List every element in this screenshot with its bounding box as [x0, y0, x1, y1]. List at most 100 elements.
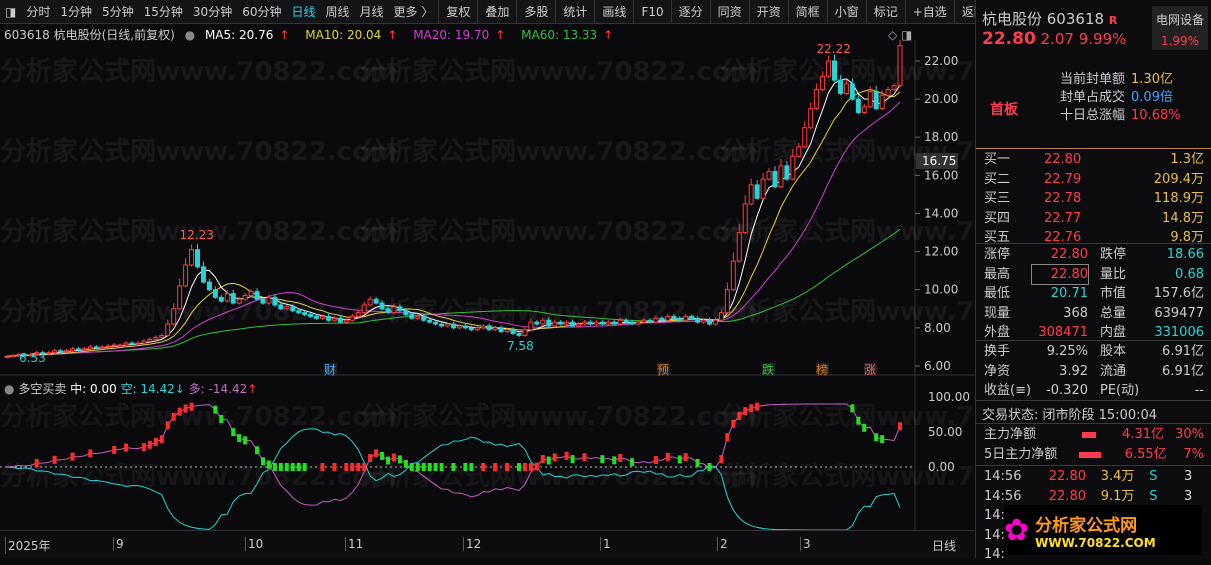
- signal-bar: [70, 452, 75, 461]
- candle: [379, 302, 385, 310]
- toolbar-button[interactable]: 简框: [787, 0, 827, 24]
- period-tab[interactable]: 周线: [321, 3, 355, 20]
- candle: [689, 315, 695, 319]
- flower-logo-icon: ✿: [1004, 512, 1030, 548]
- candle: [355, 312, 361, 317]
- signal-bar: [600, 455, 605, 464]
- x-tick-label: 10: [245, 537, 263, 551]
- signal-bar: [165, 421, 170, 430]
- signal-bar: [391, 453, 396, 462]
- period-tab[interactable]: 5分钟: [97, 3, 139, 20]
- candle: [540, 319, 546, 325]
- event-mark[interactable]: 跌: [762, 362, 774, 377]
- signal-bar: [719, 455, 724, 464]
- candle: [730, 260, 736, 291]
- candle: [617, 319, 623, 325]
- signal-bar: [219, 415, 224, 424]
- candle: [534, 321, 540, 325]
- candle: [171, 308, 177, 325]
- signal-bar: [159, 435, 164, 444]
- period-tab[interactable]: 更多 〉: [389, 3, 439, 20]
- candle: [843, 83, 849, 94]
- toolbar-button[interactable]: 叠加: [477, 0, 516, 24]
- signal-bar: [737, 411, 742, 420]
- event-mark[interactable]: 榜: [816, 362, 828, 377]
- bid-row: 买二 22.79 209.4万: [984, 171, 1204, 187]
- watermark: 分析家公式网www.70822.com: [360, 216, 757, 247]
- candle: [576, 323, 582, 327]
- period-label: 日线: [932, 539, 957, 553]
- candle: [564, 321, 570, 325]
- candle: [81, 348, 87, 351]
- stats: 涨停 22.80 跌停 18.66 最高 22.80 量比 0.68 最低 20.71 市值 157.…: [976, 243, 1211, 343]
- signal-bar: [695, 458, 700, 467]
- candle: [373, 298, 379, 304]
- x-tick-label: 12: [463, 537, 481, 551]
- candle: [415, 315, 421, 319]
- candle: [808, 108, 814, 129]
- period-tab[interactable]: 60分钟: [237, 3, 286, 20]
- candle: [760, 178, 766, 199]
- sector-badge[interactable]: 电网设备 1.99%: [1152, 6, 1208, 50]
- candle: [445, 323, 451, 327]
- period-tab[interactable]: 月线: [355, 3, 389, 20]
- candle: [391, 306, 397, 314]
- signal-bar: [707, 463, 712, 471]
- toolbar-button[interactable]: +自选: [904, 0, 954, 24]
- stats2: 换手 9.25% 股本 6.91亿 净资 3.92 流通 6.91亿 收益(≡) -0.320 PE…: [976, 340, 1211, 401]
- candle: [314, 315, 320, 319]
- signal-bar: [582, 453, 587, 462]
- signal-bar: [743, 407, 748, 416]
- period-tab[interactable]: 日线: [286, 3, 320, 20]
- toolbar-button[interactable]: 逐分: [670, 0, 710, 24]
- candle: [891, 85, 897, 91]
- signal-bar: [386, 456, 391, 465]
- flow-bar: [1079, 451, 1102, 458]
- period-tab[interactable]: 1分钟: [55, 3, 97, 20]
- candle: [873, 90, 879, 110]
- toolbar-button[interactable]: F10: [633, 0, 670, 24]
- signal-bar: [177, 407, 182, 416]
- signal-bar: [874, 433, 879, 442]
- watermark: 分析家公式网www.70822.com: [360, 136, 757, 167]
- toolbar-button[interactable]: 统计: [555, 0, 594, 24]
- candle: [832, 60, 838, 81]
- y-tick-label: 12.00: [924, 245, 958, 259]
- period-tab[interactable]: 30分钟: [188, 3, 237, 20]
- toolbar-button[interactable]: 复权: [438, 0, 477, 24]
- candle: [135, 342, 141, 345]
- signal-bar: [112, 445, 117, 454]
- toolbar-button[interactable]: 多股: [516, 0, 555, 24]
- event-mark[interactable]: 预: [657, 363, 669, 377]
- toolbar-button[interactable]: 小窗: [826, 0, 866, 24]
- toolbar-button[interactable]: 开资: [748, 0, 788, 24]
- candle: [451, 323, 456, 329]
- candle: [183, 264, 189, 287]
- period-tab[interactable]: 15分钟: [139, 3, 188, 20]
- event-mark[interactable]: 涨: [864, 362, 876, 377]
- candle: [99, 346, 105, 349]
- candle: [641, 319, 647, 323]
- candle: [397, 306, 403, 312]
- toolbar-button[interactable]: 同资: [709, 0, 749, 24]
- x-tick-label: 11: [345, 537, 363, 551]
- toolbar-button[interactable]: 画线: [594, 0, 633, 24]
- bid-book: 买一 22.80 1.3亿 买二 22.79 209.4万 买三 22.78 118.9万 买四 2…: [976, 148, 1211, 248]
- candle: [498, 327, 504, 333]
- candle: [403, 310, 409, 315]
- indicator-collapse-icon[interactable]: ●: [4, 382, 14, 396]
- ma60-line: [6, 228, 901, 357]
- seal-row: 封单占成交 0.09倍: [1060, 90, 1173, 105]
- candle: [421, 315, 427, 321]
- candle: [718, 312, 724, 321]
- toolbar-button[interactable]: 标记: [865, 0, 905, 24]
- signal-bar: [302, 463, 307, 471]
- price-chart[interactable]: 分析家公式网www.70822.com分析家公式网www.70822.com分析…: [0, 40, 975, 530]
- signal-bar: [237, 434, 242, 443]
- candle: [855, 98, 861, 113]
- candle: [111, 344, 117, 347]
- event-mark[interactable]: 财: [324, 363, 336, 377]
- layout-toggle-icon[interactable]: ◨: [0, 5, 21, 19]
- candle: [778, 165, 784, 188]
- period-tab[interactable]: 分时: [21, 3, 55, 20]
